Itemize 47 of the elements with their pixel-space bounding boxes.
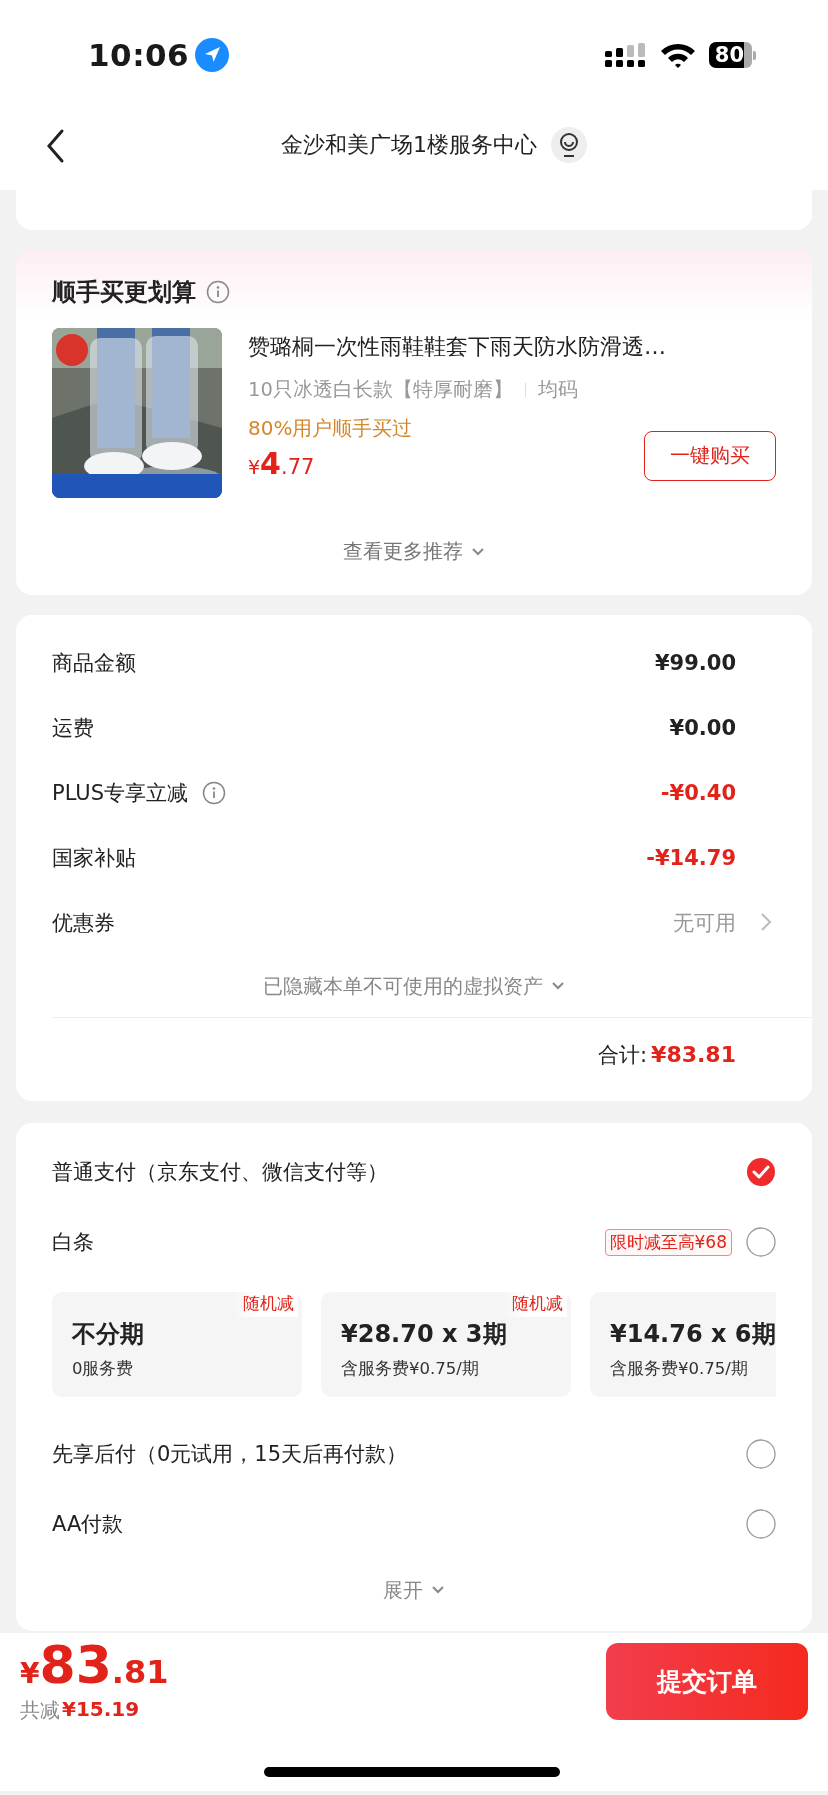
- product-size: 均码: [537, 377, 578, 403]
- section-title: 顺手买更划算: [52, 277, 196, 308]
- chevron-down-icon: [551, 981, 565, 991]
- saved-label: 共减: [20, 1697, 60, 1724]
- product-name[interactable]: 赞璐桐一次性雨鞋鞋套下雨天防水防滑透…: [248, 332, 776, 362]
- promo-badge: 限时减至高¥68: [604, 1228, 732, 1256]
- info-icon[interactable]: [202, 780, 227, 805]
- installment-option[interactable]: ¥14.76 x 6期 含服务费¥0.75/期: [590, 1292, 776, 1397]
- row-label: 国家补贴: [52, 844, 136, 872]
- installment-option[interactable]: 不分期 0服务费 随机减: [52, 1292, 302, 1397]
- info-icon[interactable]: [206, 280, 230, 304]
- page-title: 金沙和美广场1楼服务中心: [281, 131, 537, 159]
- amount-value: -¥14.79: [646, 845, 736, 870]
- payment-option-label[interactable]: AA付款: [52, 1510, 732, 1538]
- product-price: ¥4.77: [248, 446, 315, 481]
- time-text: 10:06: [88, 37, 190, 73]
- payment-option-label[interactable]: 普通支付（京东支付、微信支付等）: [52, 1158, 732, 1186]
- total-label: 合计:: [598, 1041, 648, 1069]
- payment-option-label[interactable]: 白条: [52, 1228, 591, 1256]
- hidden-assets-link[interactable]: 已隐藏本单不可使用的虚拟资产: [263, 972, 543, 1000]
- chevron-right-icon: [760, 912, 772, 932]
- amount-value: ¥0.00: [669, 715, 736, 740]
- amount-value: -¥0.40: [660, 780, 736, 805]
- row-label: 优惠券: [52, 909, 115, 937]
- purchase-rate-text: 80%用户顺手买过: [248, 415, 414, 442]
- saved-amount: ¥15.19: [62, 1697, 140, 1723]
- row-label: 商品金额: [52, 649, 136, 677]
- radio-checked-icon[interactable]: [746, 1157, 776, 1187]
- total-price: ¥83.81: [20, 1639, 169, 1691]
- total-value: ¥83.81: [651, 1042, 736, 1067]
- radio-button[interactable]: [746, 1509, 776, 1539]
- submit-order-button[interactable]: 提交订单: [606, 1643, 808, 1720]
- chevron-down-icon: [431, 1585, 445, 1595]
- signal-icon: [604, 43, 647, 67]
- radio-button[interactable]: [746, 1439, 776, 1469]
- row-label: 运费: [52, 714, 94, 742]
- row-label: PLUS专享立减: [52, 779, 189, 807]
- expand-link[interactable]: 展开: [383, 1576, 423, 1604]
- chevron-down-icon: [471, 546, 485, 557]
- amount-value: ¥99.00: [654, 650, 736, 675]
- payment-option-label[interactable]: 先享后付（0元试用，15天后再付款）: [52, 1440, 732, 1468]
- more-recommendations-link[interactable]: 查看更多推荐: [343, 538, 463, 565]
- radio-button[interactable]: [746, 1227, 776, 1257]
- product-spec: 10只冰透白长款【特厚耐磨】: [248, 377, 513, 403]
- installment-option[interactable]: ¥28.70 x 3期 含服务费¥0.75/期 随机减: [321, 1292, 571, 1397]
- location-pin-icon[interactable]: [551, 127, 587, 163]
- buy-button[interactable]: 一键购买: [644, 430, 776, 481]
